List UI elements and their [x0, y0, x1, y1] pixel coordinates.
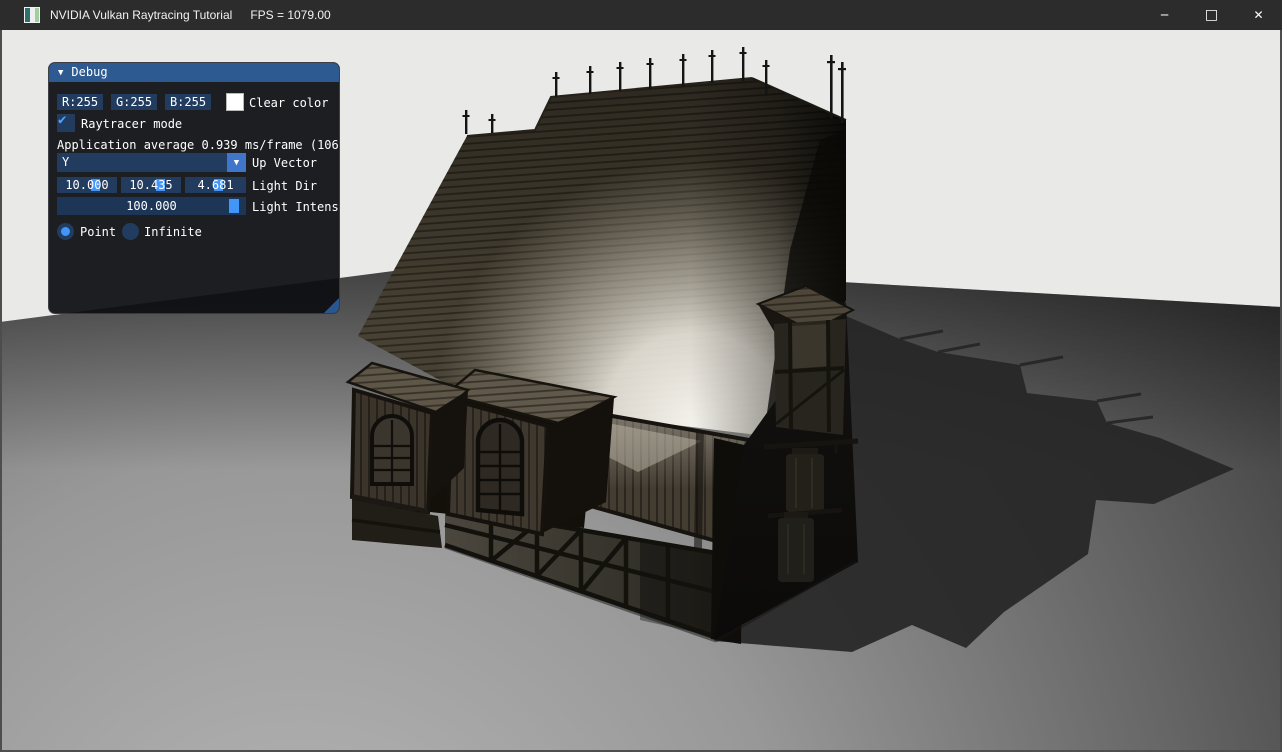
- up-vector-combo[interactable]: Y ▼: [57, 153, 246, 172]
- collapse-arrow-icon[interactable]: ▼: [58, 68, 63, 78]
- checkmark-icon: ✔: [58, 112, 66, 128]
- raytracer-mode-checkbox[interactable]: ✔: [57, 114, 75, 132]
- clear-color-label: Clear color: [249, 95, 328, 111]
- debug-panel[interactable]: ▼ Debug R:255 G:255 B:255 Clear color ✔ …: [48, 62, 340, 314]
- fps-counter: FPS = 1079.00: [250, 8, 330, 22]
- light-intensity-label: Light Intensity: [252, 199, 340, 215]
- center-dormer: [446, 370, 614, 534]
- raytraced-viewport[interactable]: ▼ Debug R:255 G:255 B:255 Clear color ✔ …: [0, 30, 1282, 752]
- up-vector-value: Y: [62, 154, 69, 171]
- clear-color-swatch[interactable]: [226, 93, 244, 111]
- lantern: [786, 454, 824, 512]
- window-title: NVIDIA Vulkan Raytracing Tutorial: [50, 8, 232, 22]
- infinite-light-label: Infinite: [144, 224, 202, 240]
- light-intensity-slider[interactable]: 100.000: [57, 197, 246, 215]
- light-dir-y-field[interactable]: 10.435: [121, 177, 181, 193]
- raytracer-mode-label: Raytracer mode: [81, 116, 182, 132]
- maximize-button[interactable]: □: [1188, 0, 1235, 30]
- clear-color-b-field[interactable]: B:255: [165, 94, 211, 110]
- light-dir-z-value: 4.681: [185, 177, 246, 193]
- combo-arrow-icon[interactable]: ▼: [227, 153, 246, 172]
- title-bar: NVIDIA Vulkan Raytracing Tutorial FPS = …: [0, 0, 1282, 30]
- point-light-label: Point: [80, 224, 116, 240]
- close-button[interactable]: ✕: [1235, 0, 1282, 30]
- infinite-light-radio[interactable]: [122, 223, 139, 240]
- app-icon: [24, 7, 40, 23]
- app-window: NVIDIA Vulkan Raytracing Tutorial FPS = …: [0, 0, 1282, 752]
- light-dir-label: Light Dir: [252, 178, 317, 194]
- light-dir-x-value: 10.000: [57, 177, 117, 193]
- light-dir-x-field[interactable]: 10.000: [57, 177, 117, 193]
- left-dormer-window: [372, 416, 412, 484]
- panel-resize-grip[interactable]: [324, 298, 339, 313]
- minimize-button[interactable]: ─: [1141, 0, 1188, 30]
- light-dir-y-value: 10.435: [121, 177, 181, 193]
- light-dir-z-field[interactable]: 4.681: [185, 177, 246, 193]
- up-vector-label: Up Vector: [252, 155, 317, 171]
- debug-panel-header[interactable]: ▼ Debug: [49, 63, 339, 82]
- center-dormer-window: [478, 420, 522, 514]
- lantern: [778, 518, 814, 582]
- point-light-radio[interactable]: [57, 223, 74, 240]
- frame-stats-text: Application average 0.939 ms/frame (1064: [57, 137, 340, 153]
- light-intensity-value: 100.000: [57, 197, 246, 215]
- radio-selected-dot: [61, 227, 70, 236]
- panel-title: Debug: [71, 63, 107, 82]
- clear-color-r-field[interactable]: R:255: [57, 94, 103, 110]
- clear-color-g-field[interactable]: G:255: [111, 94, 157, 110]
